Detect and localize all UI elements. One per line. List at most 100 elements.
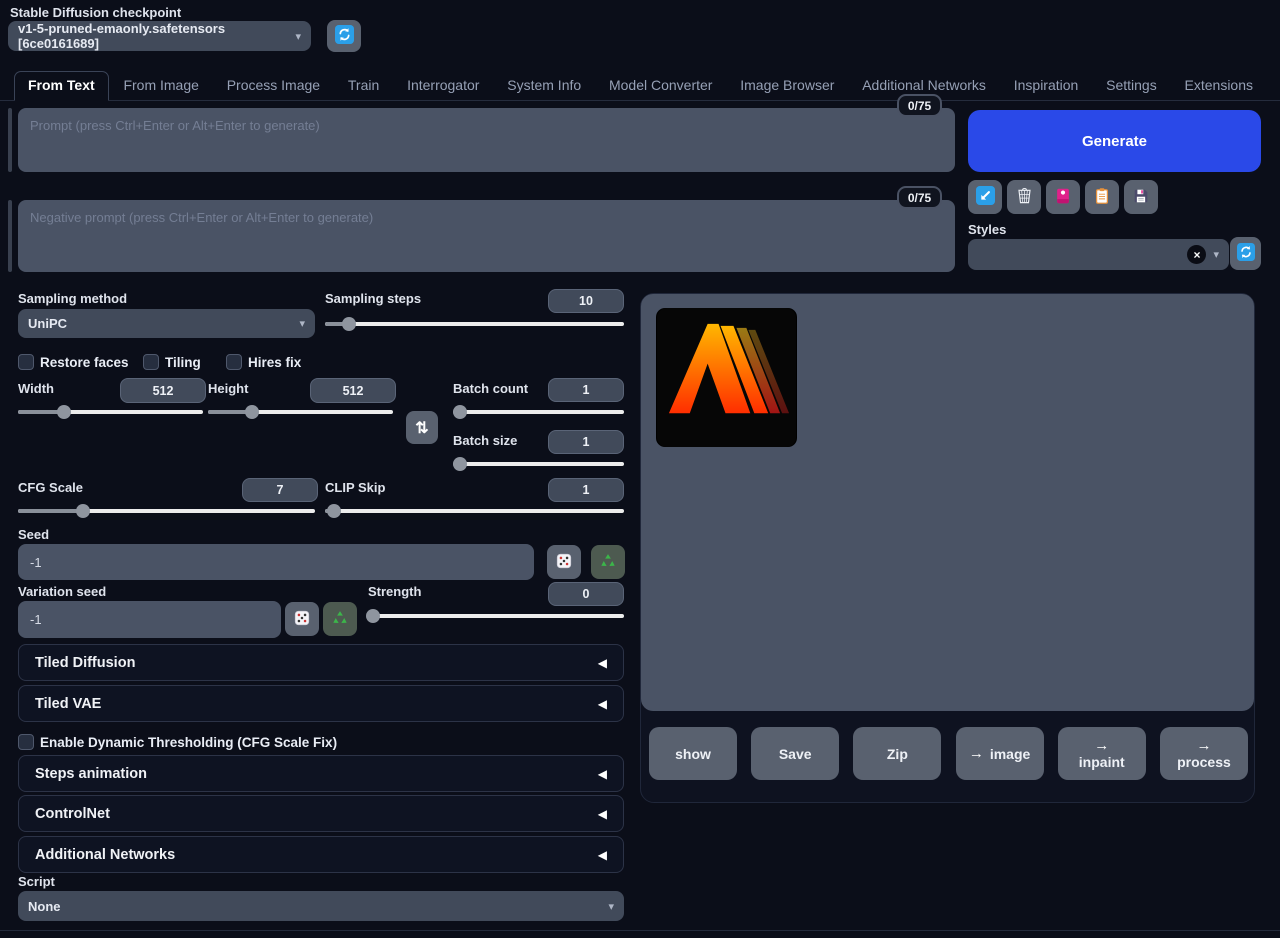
tab-interrogator[interactable]: Interrogator [394, 72, 492, 100]
accordion-controlnet[interactable]: ControlNet ◀ [18, 795, 624, 832]
recycle-icon [331, 609, 349, 630]
zip-button-label: Zip [887, 746, 908, 762]
send-to-inpaint-button[interactable]: → inpaint [1058, 727, 1146, 780]
styles-label: Styles [968, 222, 1006, 237]
script-label: Script [18, 874, 55, 889]
send-to-image-label: image [990, 746, 1030, 762]
tab-train[interactable]: Train [335, 72, 392, 100]
clip-skip-label: CLIP Skip [325, 480, 385, 495]
random-seed-button[interactable] [547, 545, 581, 579]
dice-icon [555, 552, 573, 573]
styles-clear-button[interactable]: × [1187, 245, 1206, 264]
restore-faces-label: Restore faces [40, 355, 129, 370]
generated-image-thumbnail[interactable] [656, 308, 797, 447]
send-to-process-button[interactable]: → process [1160, 727, 1248, 780]
accordion-tiled-vae[interactable]: Tiled VAE ◀ [18, 685, 624, 722]
restore-faces-checkbox[interactable] [18, 354, 34, 370]
tab-from-image[interactable]: From Image [110, 72, 211, 100]
save-style-button[interactable] [1124, 180, 1158, 214]
accordion-additional-networks[interactable]: Additional Networks ◀ [18, 836, 624, 873]
tab-settings[interactable]: Settings [1093, 72, 1170, 100]
tab-from-text[interactable]: From Text [14, 71, 109, 101]
cfg-scale-value[interactable] [242, 478, 318, 502]
refresh-icon [335, 25, 354, 47]
hires-fix-checkbox[interactable] [226, 354, 242, 370]
tab-system-info[interactable]: System Info [494, 72, 594, 100]
extra-networks-button[interactable] [1046, 180, 1080, 214]
variation-seed-input[interactable] [18, 601, 281, 638]
send-to-image-button[interactable]: → image [956, 727, 1044, 780]
sampling-steps-value[interactable] [548, 289, 624, 313]
script-select[interactable]: None ▾ [18, 891, 624, 921]
batch-size-value[interactable] [548, 430, 624, 454]
batch-count-label: Batch count [453, 381, 528, 396]
clear-prompt-button[interactable] [1007, 180, 1041, 214]
checkpoint-select[interactable]: v1-5-pruned-emaonly.safetensors [6ce0161… [8, 21, 311, 51]
dynamic-thresholding-label: Enable Dynamic Thresholding (CFG Scale F… [40, 735, 337, 750]
apply-style-button[interactable] [1085, 180, 1119, 214]
save-button[interactable]: Save [751, 727, 839, 780]
sampling-method-label: Sampling method [18, 291, 127, 306]
swap-dimensions-button[interactable]: ⇅ [406, 411, 438, 444]
strength-slider[interactable] [368, 609, 624, 623]
sampling-method-select[interactable]: UniPC ▾ [18, 309, 315, 338]
strength-value[interactable] [548, 582, 624, 606]
output-gallery[interactable] [641, 294, 1254, 711]
clip-skip-value[interactable] [548, 478, 624, 502]
width-slider[interactable] [18, 405, 203, 419]
refresh-styles-button[interactable] [1230, 237, 1261, 270]
zip-button[interactable]: Zip [853, 727, 941, 780]
generate-button[interactable]: Generate [968, 110, 1261, 172]
accordion-tiled-diffusion[interactable]: Tiled Diffusion ◀ [18, 644, 624, 681]
tab-process-image[interactable]: Process Image [214, 72, 333, 100]
hires-fix-label: Hires fix [248, 355, 301, 370]
styles-select[interactable]: × ▾ [968, 239, 1229, 270]
negative-prompt-resize-gutter[interactable] [8, 200, 12, 272]
swap-arrows-icon: ⇅ [415, 418, 428, 438]
cfg-scale-slider[interactable] [18, 504, 315, 518]
height-value[interactable] [310, 378, 396, 403]
prompt-input[interactable] [18, 108, 955, 172]
refresh-icon [1237, 243, 1255, 264]
batch-size-label: Batch size [453, 433, 517, 448]
prompt-resize-gutter[interactable] [8, 108, 12, 172]
tab-extensions[interactable]: Extensions [1172, 72, 1266, 100]
tab-image-browser[interactable]: Image Browser [727, 72, 847, 100]
arrow-right-icon: → [1094, 737, 1109, 754]
seed-label: Seed [18, 527, 49, 542]
negative-prompt-token-counter: 0/75 [897, 186, 942, 209]
dice-icon [293, 609, 311, 630]
refresh-checkpoint-button[interactable] [327, 20, 361, 52]
paste-params-button[interactable] [968, 180, 1002, 214]
reuse-variation-seed-button[interactable] [323, 602, 357, 636]
tab-inspiration[interactable]: Inspiration [1001, 72, 1092, 100]
seed-input[interactable] [18, 544, 534, 580]
chevron-down-icon: ▾ [1213, 248, 1219, 261]
negative-prompt-input[interactable] [18, 200, 955, 272]
batch-size-slider[interactable] [453, 457, 624, 471]
paste-params-icon [976, 186, 995, 208]
tiling-checkbox[interactable] [143, 354, 159, 370]
dynamic-thresholding-checkbox[interactable] [18, 734, 34, 750]
accordion-title: Tiled Diffusion [35, 655, 135, 671]
batch-count-value[interactable] [548, 378, 624, 402]
tab-model-converter[interactable]: Model Converter [596, 72, 726, 100]
width-value[interactable] [120, 378, 206, 403]
recycle-icon [599, 552, 617, 573]
collapse-left-icon: ◀ [598, 767, 607, 781]
height-slider[interactable] [208, 405, 393, 419]
sampling-steps-slider[interactable] [325, 317, 624, 331]
output-buttons-row: show Save Zip → image → inpaint → proces… [649, 727, 1248, 780]
batch-count-slider[interactable] [453, 405, 624, 419]
accordion-title: Tiled VAE [35, 696, 101, 712]
show-button[interactable]: show [649, 727, 737, 780]
random-variation-seed-button[interactable] [285, 602, 319, 636]
clipboard-icon [1093, 187, 1111, 208]
reuse-seed-button[interactable] [591, 545, 625, 579]
send-to-inpaint-label: inpaint [1079, 754, 1125, 771]
accordion-steps-animation[interactable]: Steps animation ◀ [18, 755, 624, 792]
chevron-down-icon: ▾ [295, 30, 301, 43]
arrow-right-icon: → [969, 745, 984, 762]
clip-skip-slider[interactable] [325, 504, 624, 518]
quick-actions-row [968, 180, 1158, 214]
